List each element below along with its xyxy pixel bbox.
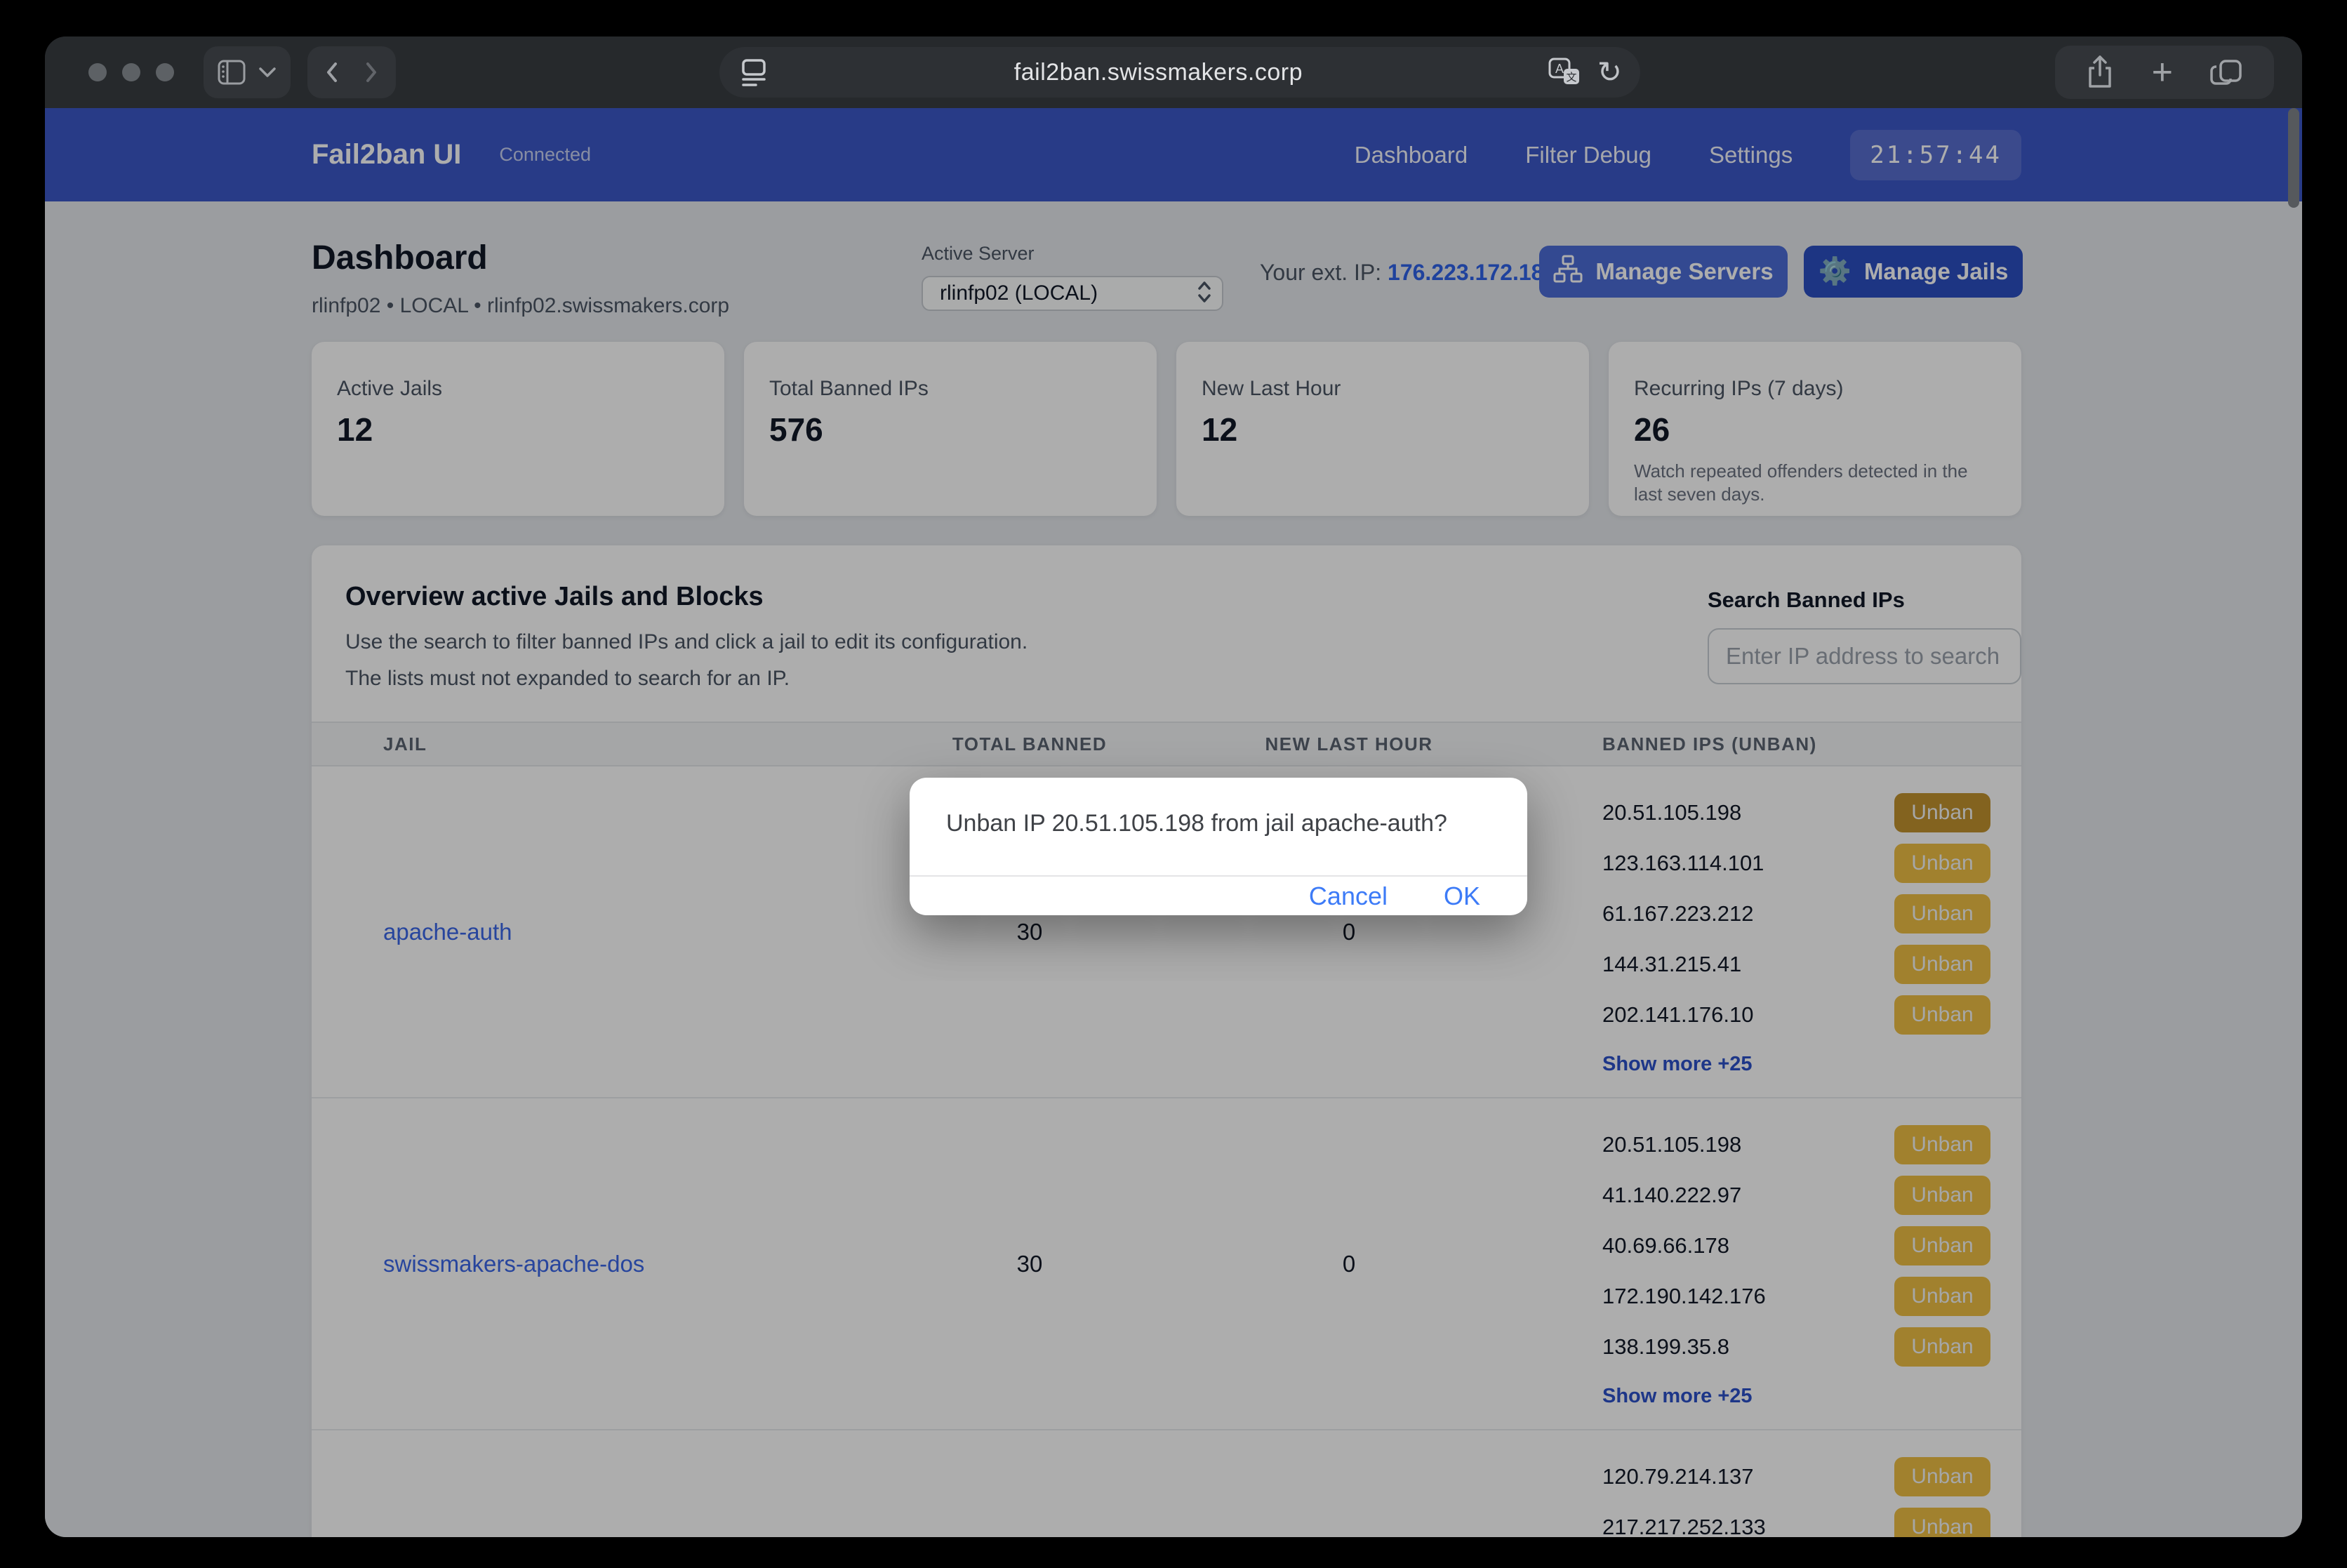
- reload-icon[interactable]: ↻: [1597, 58, 1622, 87]
- browser-window: fail2ban.swissmakers.corp A文 ↻ +: [45, 36, 2302, 1537]
- new-tab-icon[interactable]: +: [2152, 54, 2173, 91]
- browser-chrome: fail2ban.swissmakers.corp A文 ↻ +: [45, 36, 2302, 108]
- translate-icon[interactable]: A文: [1547, 56, 1582, 88]
- chevron-down-icon[interactable]: [258, 67, 277, 78]
- url-text[interactable]: fail2ban.swissmakers.corp: [770, 59, 1547, 86]
- zoom-window-button[interactable]: [156, 63, 174, 81]
- page-scrollbar-thumb[interactable]: [2288, 108, 2299, 208]
- traffic-lights: [88, 63, 174, 81]
- sidebar-icon[interactable]: [218, 60, 246, 85]
- close-window-button[interactable]: [88, 63, 107, 81]
- dialog-actions: Cancel OK: [910, 877, 1527, 915]
- tab-overview-icon[interactable]: [2209, 55, 2245, 89]
- share-icon[interactable]: [2085, 54, 2115, 91]
- history-nav-group: [307, 46, 396, 98]
- confirm-dialog: Unban IP 20.51.105.198 from jail apache-…: [910, 778, 1527, 915]
- ok-button[interactable]: OK: [1444, 882, 1480, 911]
- dialog-message: Unban IP 20.51.105.198 from jail apache-…: [910, 778, 1527, 837]
- minimize-window-button[interactable]: [122, 63, 140, 81]
- back-icon[interactable]: [317, 57, 348, 88]
- svg-text:A: A: [1555, 62, 1564, 76]
- screen: fail2ban.swissmakers.corp A文 ↻ +: [0, 0, 2347, 1568]
- sidebar-toggle-group: [204, 46, 291, 98]
- reader-icon[interactable]: [738, 56, 770, 88]
- svg-text:文: 文: [1566, 72, 1576, 84]
- cancel-button[interactable]: Cancel: [1309, 882, 1388, 911]
- forward-icon[interactable]: [355, 57, 386, 88]
- address-bar[interactable]: fail2ban.swissmakers.corp A文 ↻: [719, 47, 1640, 98]
- toolbar-right-group: +: [2055, 46, 2274, 99]
